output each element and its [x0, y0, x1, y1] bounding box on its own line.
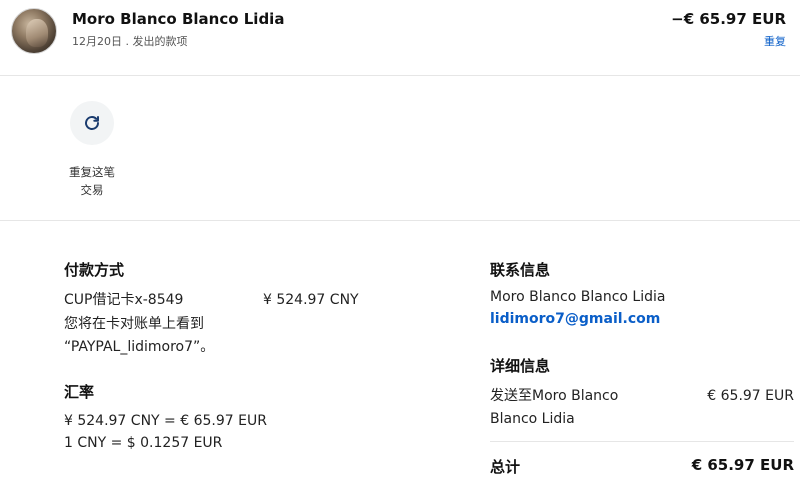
statement-note-line1: 您将在卡对账单上看到	[64, 316, 204, 332]
transaction-amount: −€ 65.97 EUR	[671, 10, 786, 28]
avatar	[11, 8, 57, 54]
contact-email[interactable]: lidimoro7@gmail.com	[490, 311, 660, 327]
transaction-header: Moro Blanco Blanco Lidia 12月20日 . 发出的款项 …	[0, 0, 800, 76]
repeat-transaction-label: 重复这笔 交易	[52, 163, 132, 199]
sent-to-line2: Blanco Lidia	[490, 411, 575, 427]
total-label: 总计	[490, 458, 521, 476]
details-divider	[490, 441, 794, 442]
exchange-rate-line2: 1 CNY = $ 0.1257 EUR	[64, 435, 223, 451]
exchange-rate-title: 汇率	[64, 383, 95, 401]
repeat-link[interactable]: 重复	[764, 33, 786, 49]
total-amount: € 65.97 EUR	[691, 456, 794, 474]
actions-section: 重复这笔 交易	[0, 77, 800, 221]
payment-method-title: 付款方式	[64, 261, 125, 279]
contact-info-title: 联系信息	[490, 261, 551, 279]
contact-name: Moro Blanco Blanco Lidia	[490, 289, 666, 305]
payment-card-amount: ¥ 524.97 CNY	[263, 292, 359, 308]
refresh-icon	[85, 116, 99, 130]
recipient-name: Moro Blanco Blanco Lidia	[72, 10, 285, 28]
repeat-label-line1: 重复这笔	[69, 165, 115, 179]
transaction-date-type: 12月20日 . 发出的款项	[72, 35, 188, 48]
repeat-transaction-button[interactable]	[70, 101, 114, 145]
repeat-label-line2: 交易	[80, 183, 104, 197]
details-title: 详细信息	[490, 357, 551, 375]
sent-amount: € 65.97 EUR	[707, 388, 794, 404]
payment-card: CUP借记卡x-8549	[64, 292, 184, 308]
exchange-rate-line1: ¥ 524.97 CNY = € 65.97 EUR	[64, 413, 267, 429]
sent-to-line1: 发送至Moro Blanco	[490, 388, 619, 404]
statement-note-line2: “PAYPAL_lidimoro7”。	[64, 339, 215, 355]
